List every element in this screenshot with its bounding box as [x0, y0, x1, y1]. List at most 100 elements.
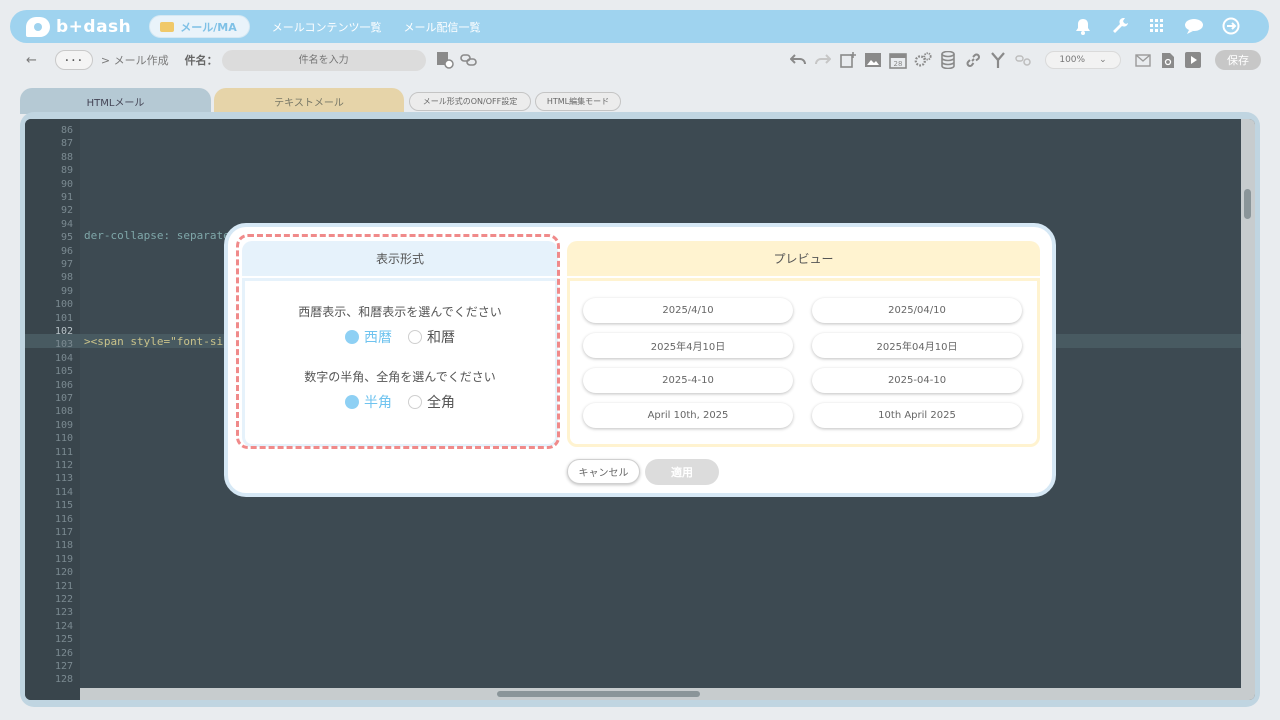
- preview-title: プレビュー: [567, 241, 1040, 276]
- bell-icon[interactable]: [1073, 16, 1093, 36]
- line-number: 118: [54, 540, 73, 552]
- line-number: 121: [54, 580, 73, 592]
- logo-icon: [26, 16, 50, 37]
- line-number: 127: [54, 661, 73, 672]
- format-option[interactable]: 2025-04-10: [812, 368, 1022, 393]
- format-option[interactable]: April 10th, 2025: [583, 403, 793, 428]
- zoom-value: 100%: [1059, 55, 1086, 65]
- line-number: 104: [54, 352, 73, 364]
- svg-text:28: 28: [894, 60, 903, 68]
- play-icon[interactable]: [1184, 51, 1202, 69]
- line-number: 96: [60, 245, 73, 257]
- line-number: 111: [54, 446, 73, 458]
- chevron-down-icon: ⌄: [1099, 55, 1107, 65]
- line-number: 101: [54, 312, 73, 324]
- format-option[interactable]: 10th April 2025: [812, 403, 1022, 428]
- line-number: 90: [60, 178, 73, 190]
- nav-tab-label: メール/MA: [180, 20, 237, 34]
- line-number: 106: [54, 379, 73, 391]
- highlight-dashed-outline: [236, 234, 560, 449]
- code-line-102[interactable]: ><span style="font-si: [84, 335, 223, 348]
- line-number: 110: [54, 433, 73, 445]
- line-number: 120: [54, 567, 73, 579]
- line-number: 126: [54, 647, 73, 659]
- breadcrumb[interactable]: > メール作成: [101, 52, 169, 68]
- line-number: 102: [54, 326, 73, 337]
- calendar-icon[interactable]: 28: [889, 51, 907, 69]
- add-block-icon[interactable]: [839, 51, 857, 69]
- code-line-94[interactable]: der-collapse: separate: [84, 229, 230, 242]
- link-gear-icon[interactable]: [1014, 51, 1032, 69]
- line-number: 105: [54, 366, 73, 378]
- format-option[interactable]: 2025-4-10: [583, 368, 793, 393]
- line-number: 115: [54, 500, 73, 512]
- mail-format-onoff-button[interactable]: メール形式のON/OFF設定: [409, 92, 531, 111]
- link-icon[interactable]: [964, 51, 982, 69]
- line-number: 124: [54, 620, 73, 632]
- subject-input[interactable]: [221, 49, 426, 71]
- logout-icon[interactable]: [1221, 16, 1241, 36]
- image-icon[interactable]: [864, 51, 882, 69]
- database-icon[interactable]: [939, 51, 957, 69]
- format-option[interactable]: 2025/04/10: [812, 298, 1022, 323]
- line-number: 98: [60, 272, 73, 284]
- tab-text-mail[interactable]: テキストメール: [214, 88, 404, 114]
- line-number: 94: [60, 218, 73, 230]
- undo-icon[interactable]: [789, 51, 807, 69]
- format-option[interactable]: 2025年04月10日: [812, 333, 1022, 358]
- line-number: 91: [60, 192, 73, 203]
- line-number: 112: [54, 460, 73, 471]
- format-option[interactable]: 2025/4/10: [583, 298, 793, 323]
- link-settings-icon[interactable]: [459, 51, 478, 69]
- apply-button[interactable]: 適用: [645, 459, 719, 485]
- line-number: 107: [54, 393, 73, 404]
- back-arrow-icon[interactable]: ←: [26, 53, 37, 68]
- mail-icon[interactable]: [1134, 51, 1152, 69]
- save-button[interactable]: 保存: [1215, 50, 1261, 70]
- line-number: 92: [60, 205, 73, 217]
- line-number: 119: [54, 553, 73, 565]
- line-number: 87: [60, 138, 73, 150]
- nav-tab-mail-ma[interactable]: メール/MA: [149, 15, 250, 38]
- line-number: 86: [60, 125, 73, 136]
- line-number: 100: [54, 299, 73, 311]
- html-edit-mode-button[interactable]: HTML編集モード: [535, 92, 621, 111]
- line-number: 109: [54, 419, 73, 431]
- subject-label: 件名：: [184, 54, 218, 67]
- line-number: 103: [54, 339, 73, 351]
- nav-link-content-list[interactable]: メールコンテンツ一覧: [272, 19, 382, 35]
- line-number: 97: [60, 259, 73, 270]
- line-number: 95: [60, 232, 73, 244]
- line-number: 114: [54, 486, 73, 498]
- nav-link-delivery-list[interactable]: メール配信一覧: [404, 19, 481, 35]
- editor-toolbar: ← ･･･ > メール作成 件名： 28: [10, 45, 1269, 75]
- line-number: 99: [60, 285, 73, 297]
- vertical-scrollbar-thumb[interactable]: [1244, 189, 1251, 219]
- more-button[interactable]: ･･･: [54, 50, 93, 70]
- settings-gears-icon[interactable]: [914, 51, 932, 69]
- top-nav: b+dash メール/MA メールコンテンツ一覧 メール配信一覧: [10, 10, 1269, 43]
- preview-body: 2025/4/10 2025/04/10 2025年4月10日 2025年04月…: [567, 278, 1040, 447]
- redo-icon[interactable]: [814, 51, 832, 69]
- cancel-button[interactable]: キャンセル: [567, 459, 640, 484]
- line-number: 88: [60, 151, 73, 163]
- line-number: 108: [54, 406, 73, 418]
- document-search-icon[interactable]: [1159, 51, 1177, 69]
- line-number: 116: [54, 513, 73, 525]
- chat-icon[interactable]: [1184, 16, 1204, 36]
- format-option[interactable]: 2025年4月10日: [583, 333, 793, 358]
- line-number: 123: [54, 607, 73, 619]
- grid-icon[interactable]: [1147, 16, 1167, 36]
- wrench-icon[interactable]: [1110, 16, 1130, 36]
- line-number: 122: [54, 594, 73, 605]
- line-number: 113: [54, 473, 73, 485]
- line-number: 89: [60, 165, 73, 177]
- tab-html-mail[interactable]: HTMLメール: [20, 88, 211, 114]
- horizontal-scrollbar-thumb[interactable]: [497, 691, 700, 697]
- branch-icon[interactable]: [989, 51, 1007, 69]
- preview-panel: プレビュー 2025/4/10 2025/04/10 2025年4月10日 20…: [567, 241, 1040, 447]
- schedule-icon[interactable]: [436, 51, 454, 69]
- logo[interactable]: b+dash: [26, 16, 131, 37]
- zoom-select[interactable]: 100% ⌄: [1045, 51, 1121, 69]
- line-number: 128: [54, 674, 73, 686]
